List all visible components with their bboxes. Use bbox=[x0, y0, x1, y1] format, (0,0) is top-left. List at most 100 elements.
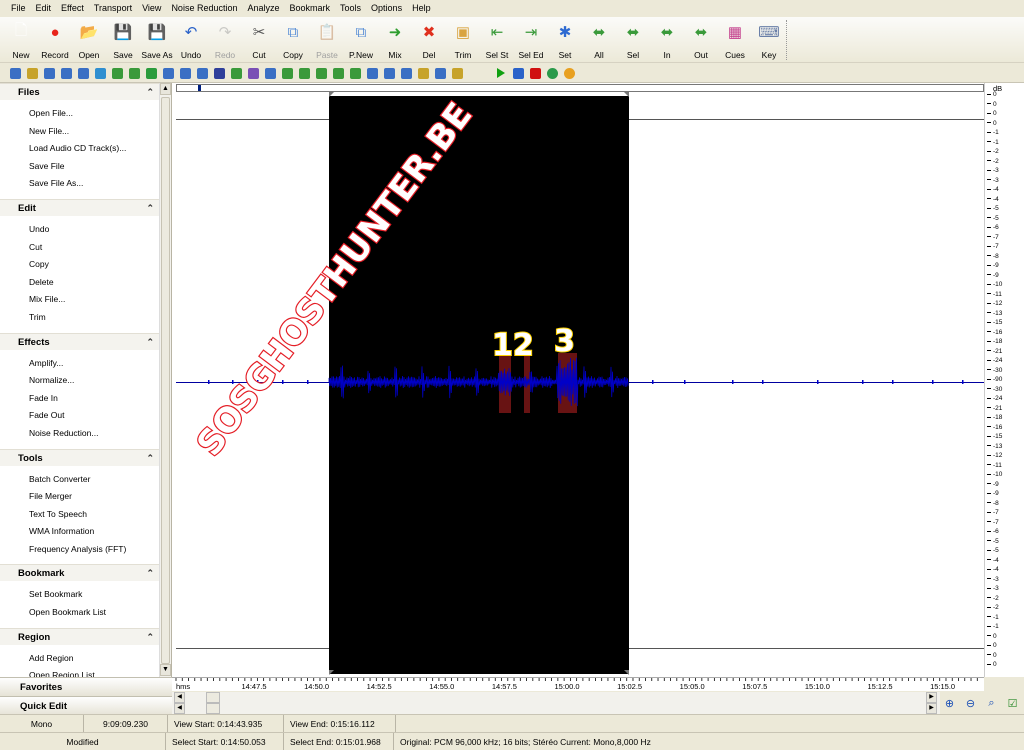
menu-transport[interactable]: Transport bbox=[89, 0, 137, 17]
tool-icon[interactable] bbox=[316, 67, 327, 79]
out-button[interactable]: ⬌ Out bbox=[684, 17, 718, 63]
zoom-scroll-left-icon[interactable]: ◀ bbox=[174, 703, 185, 714]
tool-icon[interactable] bbox=[418, 67, 429, 79]
tool-icon[interactable] bbox=[44, 67, 55, 79]
task-save-file-as[interactable]: Save File As... bbox=[0, 175, 171, 193]
task-open-bookmark-list[interactable]: Open Bookmark List bbox=[0, 604, 171, 622]
task-amplify[interactable]: Amplify... bbox=[0, 355, 171, 373]
horizontal-scrollbar[interactable]: ◀ ▶ bbox=[172, 692, 940, 703]
menu-help[interactable]: Help bbox=[407, 0, 436, 17]
trim-button[interactable]: ▣ Trim bbox=[446, 17, 480, 63]
task-normalize[interactable]: Normalize... bbox=[0, 372, 171, 390]
tool-icon[interactable] bbox=[214, 67, 225, 79]
undo-button[interactable]: ↶ Undo bbox=[174, 17, 208, 63]
tool-icon[interactable] bbox=[112, 67, 123, 79]
stop-icon[interactable] bbox=[530, 67, 541, 79]
key-button[interactable]: ⌨ Key bbox=[752, 17, 786, 63]
pause-icon[interactable] bbox=[513, 67, 524, 79]
set-button[interactable]: ✱ Set bbox=[548, 17, 582, 63]
tool-icon[interactable] bbox=[265, 67, 276, 79]
mix-button[interactable]: ➜ Mix bbox=[378, 17, 412, 63]
section-header-bookmark[interactable]: Bookmark ⌃ bbox=[0, 564, 160, 582]
tool-icon[interactable] bbox=[299, 67, 310, 79]
task-wma-information[interactable]: WMA Information bbox=[0, 523, 171, 541]
section-header-region[interactable]: Region ⌃ bbox=[0, 627, 160, 646]
collapse-chevron-icon[interactable]: ⌃ bbox=[146, 334, 154, 351]
new-button[interactable]: 🗋 New bbox=[4, 17, 38, 63]
zoom-fit-icon[interactable]: ⌕ bbox=[984, 696, 999, 711]
record-loop-icon[interactable] bbox=[564, 67, 575, 79]
tool-icon[interactable] bbox=[231, 67, 242, 79]
collapse-chevron-icon[interactable]: ⌃ bbox=[146, 629, 154, 646]
task-frequency-analysis-fft[interactable]: Frequency Analysis (FFT) bbox=[0, 541, 171, 559]
tool-icon[interactable] bbox=[146, 67, 157, 79]
task-fade-in[interactable]: Fade In bbox=[0, 390, 171, 408]
tab-favorites[interactable]: Favorites bbox=[0, 677, 172, 696]
task-set-bookmark[interactable]: Set Bookmark bbox=[0, 586, 171, 604]
tool-icon[interactable] bbox=[61, 67, 72, 79]
cues-button[interactable]: ▦ Cues bbox=[718, 17, 752, 63]
task-text-to-speech[interactable]: Text To Speech bbox=[0, 506, 171, 524]
tool-icon[interactable] bbox=[78, 67, 89, 79]
scroll-right-icon[interactable]: ▶ bbox=[926, 692, 937, 703]
tool-icon[interactable] bbox=[163, 67, 174, 79]
menu-edit[interactable]: Edit bbox=[31, 0, 57, 17]
scroll-down-icon[interactable]: ▼ bbox=[160, 664, 171, 676]
tool-icon[interactable] bbox=[435, 67, 446, 79]
task-trim[interactable]: Trim bbox=[0, 309, 171, 327]
redo-button[interactable]: ↷ Redo bbox=[208, 17, 242, 63]
menu-noise-reduction[interactable]: Noise Reduction bbox=[166, 0, 242, 17]
sel-st-button[interactable]: ⇤ Sel St bbox=[480, 17, 514, 63]
section-header-tools[interactable]: Tools ⌃ bbox=[0, 448, 160, 467]
zoom-scrollbar[interactable]: ◀ ▶ bbox=[172, 703, 940, 714]
tool-icon[interactable] bbox=[350, 67, 361, 79]
sel-ed-button[interactable]: ⇥ Sel Ed bbox=[514, 17, 548, 63]
menu-file[interactable]: File bbox=[6, 0, 31, 17]
tool-icon[interactable] bbox=[27, 67, 38, 79]
horizontal-scroll-thumb[interactable] bbox=[206, 692, 220, 703]
task-fade-out[interactable]: Fade Out bbox=[0, 407, 171, 425]
collapse-chevron-icon[interactable]: ⌃ bbox=[146, 450, 154, 467]
scroll-left-icon[interactable]: ◀ bbox=[174, 692, 185, 703]
menu-analyze[interactable]: Analyze bbox=[242, 0, 284, 17]
collapse-chevron-icon[interactable]: ⌃ bbox=[146, 565, 154, 582]
menu-tools[interactable]: Tools bbox=[335, 0, 366, 17]
task-add-region[interactable]: Add Region bbox=[0, 650, 171, 668]
task-open-region-list[interactable]: Open Region List bbox=[0, 667, 171, 677]
task-noise-reduction[interactable]: Noise Reduction... bbox=[0, 425, 171, 443]
zoom-in-icon[interactable]: ⊕ bbox=[942, 696, 957, 711]
tool-icon[interactable] bbox=[10, 67, 21, 79]
toolbar-overflow-handle[interactable] bbox=[786, 20, 794, 60]
tool-icon[interactable] bbox=[282, 67, 293, 79]
zoom-scroll-thumb[interactable] bbox=[206, 703, 220, 714]
all-button[interactable]: ⬌ All bbox=[582, 17, 616, 63]
section-header-edit[interactable]: Edit ⌃ bbox=[0, 198, 160, 217]
task-cut[interactable]: Cut bbox=[0, 239, 171, 257]
sel-button[interactable]: ⬌ Sel bbox=[616, 17, 650, 63]
del-button[interactable]: ✖ Del bbox=[412, 17, 446, 63]
task-copy[interactable]: Copy bbox=[0, 256, 171, 274]
tool-icon[interactable] bbox=[333, 67, 344, 79]
task-new-file[interactable]: New File... bbox=[0, 123, 171, 141]
task-save-file[interactable]: Save File bbox=[0, 158, 171, 176]
cut-button[interactable]: ✂ Cut bbox=[242, 17, 276, 63]
menu-bookmark[interactable]: Bookmark bbox=[285, 0, 336, 17]
task-delete[interactable]: Delete bbox=[0, 274, 171, 292]
tool-icon[interactable] bbox=[248, 67, 259, 79]
copy-button[interactable]: ⧉ Copy bbox=[276, 17, 310, 63]
tool-icon[interactable] bbox=[384, 67, 395, 79]
in-button[interactable]: ⬌ In bbox=[650, 17, 684, 63]
menu-options[interactable]: Options bbox=[366, 0, 407, 17]
p-new-button[interactable]: ⧉ P.New bbox=[344, 17, 378, 63]
section-header-files[interactable]: Files ⌃ bbox=[0, 83, 160, 100]
tab-quick-edit[interactable]: Quick Edit bbox=[0, 696, 172, 715]
tool-icon[interactable] bbox=[367, 67, 378, 79]
tool-icon[interactable] bbox=[95, 67, 106, 79]
task-panel-scrollbar[interactable]: ▲ ▼ bbox=[159, 83, 171, 677]
tool-icon[interactable] bbox=[401, 67, 412, 79]
zoom-scroll-right-icon[interactable]: ▶ bbox=[926, 703, 937, 714]
section-header-effects[interactable]: Effects ⌃ bbox=[0, 332, 160, 351]
collapse-chevron-icon[interactable]: ⌃ bbox=[146, 200, 154, 217]
waveform-view[interactable]: SOSGHOSTHUNTER.BE 12 3 bbox=[172, 83, 984, 677]
play-icon[interactable] bbox=[497, 68, 505, 78]
